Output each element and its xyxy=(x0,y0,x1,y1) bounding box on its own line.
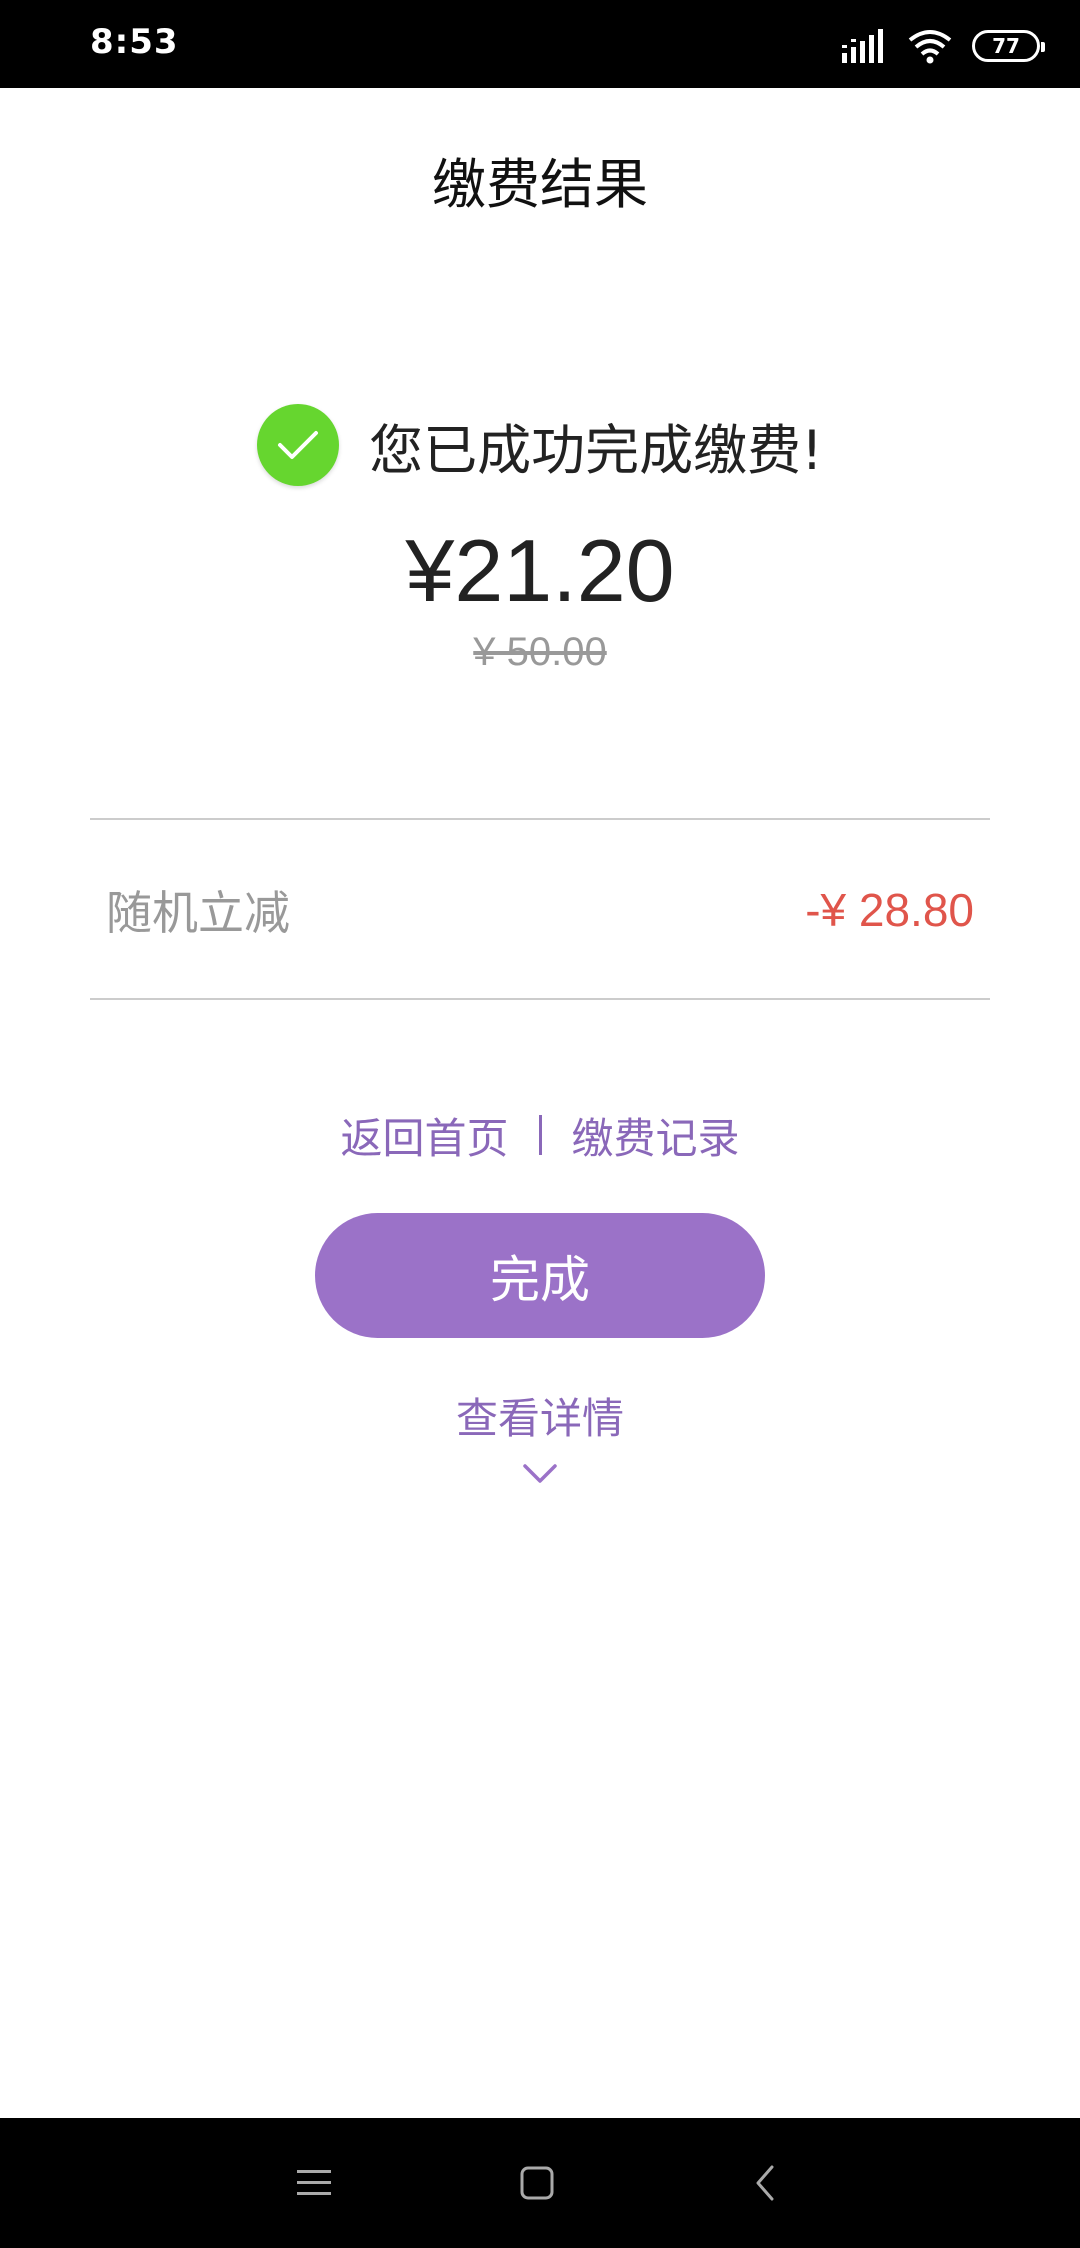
status-time: 8:53 xyxy=(90,22,179,62)
status-bar: 8:53 77 xyxy=(0,0,1080,88)
success-message: 您已成功完成缴费! xyxy=(369,418,823,482)
discount-value: -¥ 28.80 xyxy=(805,884,974,936)
links-row: 返回首页 缴费记录 xyxy=(0,1100,1080,1170)
chevron-down-icon[interactable] xyxy=(522,1462,558,1486)
back-icon[interactable] xyxy=(705,2118,825,2248)
discount-row: 随机立减 -¥ 28.80 xyxy=(90,820,990,1000)
discount-label: 随机立减 xyxy=(106,886,290,940)
link-separator xyxy=(538,1115,542,1155)
check-mark-icon xyxy=(278,431,319,459)
success-message-row: 您已成功完成缴费! xyxy=(0,400,1080,490)
view-details-link[interactable]: 查看详情 xyxy=(0,1385,1080,1446)
status-icons: 77 xyxy=(842,26,1045,66)
signal-icon xyxy=(842,29,883,63)
back-home-link[interactable]: 返回首页 xyxy=(340,1105,508,1166)
battery-icon: 77 xyxy=(972,30,1045,62)
battery-level: 77 xyxy=(992,34,1020,58)
done-button[interactable]: 完成 xyxy=(315,1213,765,1338)
divider-bottom xyxy=(90,998,990,1000)
payment-records-link[interactable]: 缴费记录 xyxy=(572,1105,740,1166)
paid-amount: ¥21.20 xyxy=(405,521,675,620)
menu-icon[interactable] xyxy=(254,2118,374,2248)
check-circle-icon xyxy=(257,404,340,486)
home-icon[interactable] xyxy=(477,2118,597,2248)
navigation-bar xyxy=(0,2118,1080,2248)
original-amount: ¥ 50.00 xyxy=(473,630,607,674)
page-title: 缴费结果 xyxy=(432,153,648,216)
wifi-icon xyxy=(908,30,952,64)
